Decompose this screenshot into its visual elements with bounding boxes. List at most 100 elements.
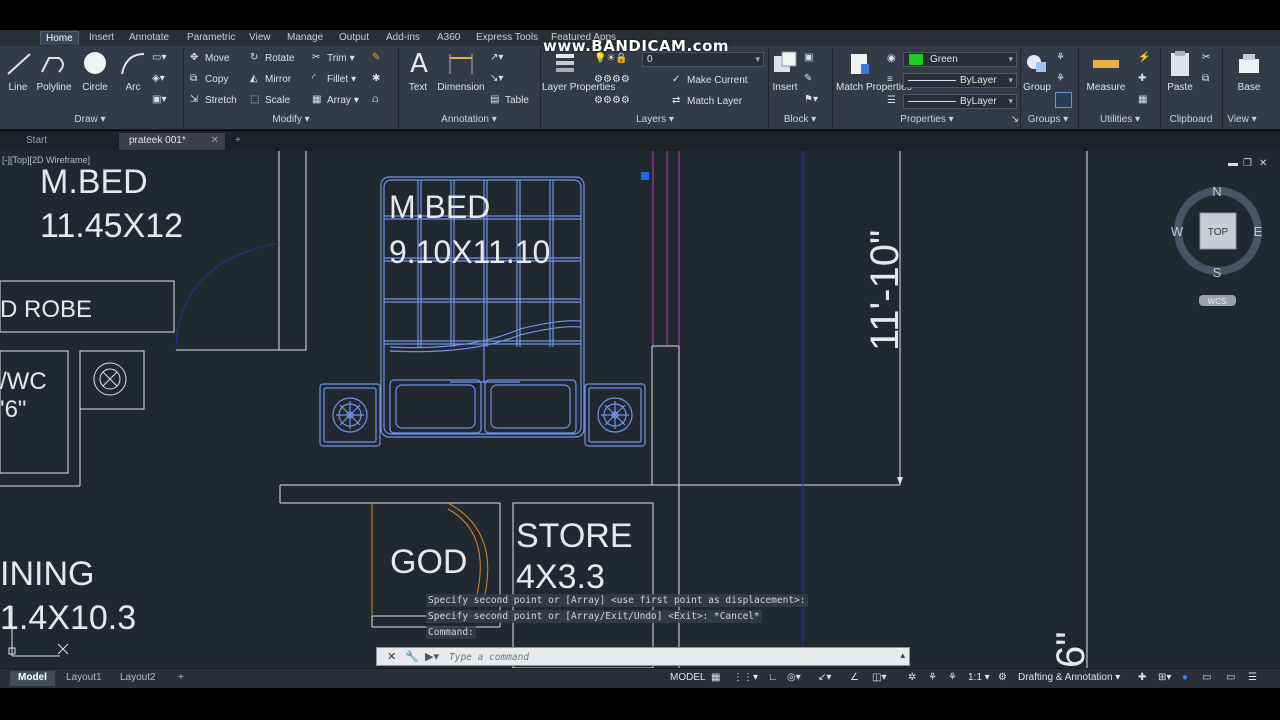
- create-block-icon[interactable]: ▣: [804, 52, 813, 63]
- line-button[interactable]: Line: [4, 50, 32, 93]
- snap-icon[interactable]: ⋮⋮▾: [733, 672, 758, 683]
- circle-button[interactable]: Circle: [78, 50, 112, 93]
- ungroup-icon[interactable]: ⚘: [1056, 52, 1065, 63]
- polar-icon[interactable]: ◎▾: [787, 672, 801, 683]
- tab-manage[interactable]: Manage: [282, 31, 328, 44]
- otrack-icon[interactable]: ∠: [850, 672, 859, 683]
- make-current-button[interactable]: ✓ Make Current: [672, 74, 748, 86]
- tab-prateek-001[interactable]: prateek 001* ✕: [119, 133, 225, 150]
- workspace-dropdown[interactable]: Drafting & Annotation ▾: [1018, 672, 1120, 683]
- annotation-visibility-icon[interactable]: ⚘: [928, 672, 937, 683]
- command-prompt-icon[interactable]: ▶▾: [425, 650, 439, 663]
- id-point-icon[interactable]: ✚: [1138, 73, 1146, 84]
- panel-clipboard-title[interactable]: Clipboard: [1162, 114, 1220, 128]
- command-history-toggle-icon[interactable]: ▴: [900, 650, 905, 661]
- tab-a360[interactable]: A360: [432, 31, 465, 44]
- tab-output[interactable]: Output: [334, 31, 374, 44]
- paste-button[interactable]: Paste: [1164, 50, 1196, 93]
- match-layer-button[interactable]: ⇄ Match Layer: [672, 95, 742, 107]
- copy-button[interactable]: ⧉ Copy: [190, 73, 228, 85]
- viewcube[interactable]: TOP N S E W WCS: [1171, 184, 1263, 306]
- model-space-button[interactable]: MODEL: [670, 672, 706, 683]
- annotation-scale-dropdown[interactable]: 1:1 ▾: [968, 672, 990, 683]
- tab-insert[interactable]: Insert: [84, 31, 119, 44]
- insert-button[interactable]: Insert: [770, 50, 800, 93]
- calculator-icon[interactable]: ▦: [1138, 94, 1147, 105]
- isolate-objects-icon[interactable]: ●: [1182, 672, 1188, 683]
- minimize-icon[interactable]: ▬: [1228, 158, 1238, 169]
- panel-modify-title[interactable]: Modify ▾: [185, 114, 397, 128]
- selection-grip[interactable]: [641, 172, 649, 180]
- close-viewport-icon[interactable]: ✕: [1259, 158, 1267, 169]
- selection-cycle-icon[interactable]: ✲: [908, 672, 916, 683]
- workspace-gear-icon[interactable]: ⚙: [998, 672, 1007, 683]
- dimension-button[interactable]: Dimension: [436, 50, 486, 93]
- tab-view[interactable]: View: [244, 31, 276, 44]
- properties-launcher-icon[interactable]: ↘: [1010, 114, 1020, 128]
- grid-icon[interactable]: ▦: [711, 672, 720, 683]
- tab-layout1[interactable]: Layout1: [58, 671, 110, 686]
- close-icon[interactable]: ✕: [211, 135, 219, 146]
- table-button[interactable]: ▤ Table: [490, 94, 529, 106]
- array-button[interactable]: ▦ Array ▾: [312, 94, 359, 106]
- boundary-icon[interactable]: ▣▾: [152, 94, 166, 105]
- tab-parametric[interactable]: Parametric: [182, 31, 240, 44]
- clean-screen-icon[interactable]: ▭: [1226, 672, 1235, 683]
- add-layout-button[interactable]: +: [170, 671, 192, 686]
- panel-properties-title[interactable]: Properties ▾: [834, 114, 1020, 128]
- arc-button[interactable]: Arc: [118, 50, 148, 93]
- layer-tools-row2[interactable]: ⚙⚙⚙⚙: [594, 95, 630, 106]
- group-select-icon[interactable]: [1055, 92, 1072, 108]
- erase-button[interactable]: ✎: [372, 52, 384, 64]
- block-attr-icon[interactable]: ⚑▾: [804, 94, 818, 105]
- customize-wrench-icon[interactable]: 🔧: [405, 650, 419, 663]
- tab-addins[interactable]: Add-ins: [381, 31, 425, 44]
- rectangle-icon[interactable]: ▭▾: [152, 52, 166, 63]
- copy-clip-icon[interactable]: ⧉: [1202, 73, 1209, 84]
- panel-block-title[interactable]: Block ▾: [770, 114, 830, 128]
- quick-calc-icon[interactable]: ⚡: [1138, 52, 1150, 63]
- tab-home[interactable]: Home: [40, 31, 79, 45]
- floor-plan[interactable]: M.BED 11.45X12 D ROBE /WC '6" M.BED 9.10…: [0, 151, 1280, 668]
- edit-block-icon[interactable]: ✎: [804, 73, 812, 84]
- layer-tools-row1[interactable]: ⚙⚙⚙⚙: [594, 74, 630, 85]
- hardware-acceleration-icon[interactable]: ▭: [1202, 672, 1211, 683]
- mirror-button[interactable]: ◭ Mirror: [250, 73, 291, 85]
- stretch-button[interactable]: ⇲ Stretch: [190, 94, 237, 106]
- panel-draw-title[interactable]: Draw ▾: [0, 114, 180, 128]
- explode-button[interactable]: ✱: [372, 73, 384, 85]
- panel-layers-title[interactable]: Layers ▾: [542, 114, 768, 128]
- panel-groups-title[interactable]: Groups ▾: [1020, 114, 1076, 128]
- restore-icon[interactable]: ❐: [1243, 158, 1252, 169]
- units-icon[interactable]: ⊞▾: [1158, 672, 1171, 683]
- tab-express-tools[interactable]: Express Tools: [471, 31, 543, 44]
- new-tab-button[interactable]: +: [230, 133, 250, 150]
- tab-annotate[interactable]: Annotate: [124, 31, 174, 44]
- offset-button[interactable]: ⩍: [372, 94, 384, 106]
- close-command-icon[interactable]: ✕: [387, 650, 396, 663]
- layer-properties-button[interactable]: Layer Properties: [542, 50, 615, 93]
- tab-model[interactable]: Model: [10, 671, 55, 686]
- customization-icon[interactable]: ☰: [1248, 672, 1257, 683]
- annotation-monitor-icon[interactable]: ✚: [1138, 672, 1146, 683]
- move-button[interactable]: ✥ Move: [190, 52, 229, 64]
- group-button[interactable]: Group: [1022, 50, 1052, 93]
- panel-utilities-title[interactable]: Utilities ▾: [1080, 114, 1160, 128]
- trim-button[interactable]: ✂ Trim ▾: [312, 52, 355, 64]
- tab-start[interactable]: Start: [16, 133, 116, 150]
- cut-icon[interactable]: ✂: [1202, 52, 1210, 63]
- tab-layout2[interactable]: Layout2: [112, 671, 164, 686]
- leader-icon[interactable]: ↗▾: [490, 52, 503, 63]
- match-properties-button[interactable]: Match Properties: [836, 50, 912, 94]
- hatch-icon[interactable]: ◈▾: [152, 73, 165, 84]
- auto-scale-icon[interactable]: ⚘: [948, 672, 957, 683]
- viewport-label[interactable]: [-][Top][2D Wireframe]: [2, 155, 90, 165]
- command-input[interactable]: [449, 650, 869, 664]
- scale-button[interactable]: ⬚ Scale: [250, 94, 290, 106]
- polyline-button[interactable]: Polyline: [34, 50, 74, 93]
- measure-button[interactable]: Measure: [1084, 50, 1128, 93]
- osnap-icon[interactable]: ↙▾: [818, 672, 831, 683]
- ortho-icon[interactable]: ∟: [768, 672, 778, 683]
- rotate-button[interactable]: ↻ Rotate: [250, 52, 294, 64]
- panel-annotation-title[interactable]: Annotation ▾: [400, 114, 538, 128]
